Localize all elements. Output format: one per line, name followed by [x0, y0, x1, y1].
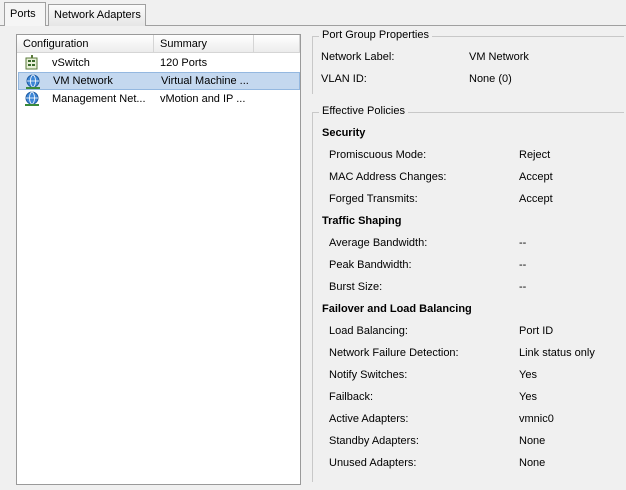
network-label-label: Network Label: — [321, 51, 395, 63]
vswitch-icon — [25, 55, 38, 70]
group-title: Port Group Properties — [319, 29, 432, 41]
forged-transmits-value: Accept — [519, 193, 553, 205]
standby-adapters-label: Standby Adapters: — [329, 435, 419, 447]
notify-switches-value: Yes — [519, 369, 537, 381]
list-item-management-network[interactable]: Management Net... vMotion and IP ... — [18, 90, 300, 108]
vm-network-icon — [26, 74, 40, 89]
active-adapters-value: vmnic0 — [519, 413, 554, 425]
list-item-vswitch[interactable]: vSwitch 120 Ports — [18, 54, 300, 72]
promiscuous-mode-value: Reject — [519, 149, 551, 161]
column-header-configuration[interactable]: Configuration — [17, 35, 154, 53]
promiscuous-mode-label: Promiscuous Mode: — [329, 149, 427, 161]
vlan-id-value: None (0) — [469, 73, 512, 85]
list-item-label: Management Net... — [52, 93, 146, 105]
burst-size-label: Burst Size: — [329, 281, 383, 293]
notify-switches-label: Notify Switches: — [329, 369, 408, 381]
network-failure-detection-label: Network Failure Detection: — [329, 347, 459, 359]
column-header-summary[interactable]: Summary — [154, 35, 254, 53]
section-failover-load-balancing: Failover and Load Balancing — [322, 303, 472, 315]
effective-policies: Effective Policies Security Promiscuous … — [312, 105, 624, 482]
average-bandwidth-label: Average Bandwidth: — [329, 237, 428, 249]
standby-adapters-value: None — [519, 435, 546, 447]
load-balancing-label: Load Balancing: — [329, 325, 408, 337]
port-list[interactable]: Configuration Summary vSwitch 120 Ports … — [16, 34, 301, 485]
unused-adapters-label: Unused Adapters: — [329, 457, 417, 469]
average-bandwidth-value: -- — [519, 237, 527, 249]
peak-bandwidth-label: Peak Bandwidth: — [329, 259, 412, 271]
tab-network-adapters[interactable]: Network Adapters — [48, 4, 146, 26]
column-header-spacer — [254, 35, 300, 53]
tab-bar: Ports Network Adapters — [0, 0, 626, 27]
port-group-properties: Port Group Properties Network Label: VM … — [312, 29, 624, 94]
mac-address-changes-value: Accept — [519, 171, 553, 183]
list-item-label: VM Network — [53, 75, 113, 87]
vlan-id-label: VLAN ID: — [321, 73, 367, 85]
failback-label: Failback: — [329, 391, 374, 403]
list-item-summary: 120 Ports — [160, 57, 208, 69]
section-traffic-shaping: Traffic Shaping — [322, 215, 402, 227]
tab-ports[interactable]: Ports — [4, 2, 46, 26]
peak-bandwidth-value: -- — [519, 259, 527, 271]
list-item-summary: Virtual Machine ... — [161, 75, 249, 87]
failback-value: Yes — [519, 391, 537, 403]
network-failure-detection-value: Link status only — [519, 347, 595, 359]
network-label-value: VM Network — [469, 51, 529, 63]
unused-adapters-value: None — [519, 457, 546, 469]
forged-transmits-label: Forged Transmits: — [329, 193, 418, 205]
burst-size-value: -- — [519, 281, 527, 293]
management-network-icon — [25, 91, 39, 106]
load-balancing-value: Port ID — [519, 325, 554, 337]
list-item-label: vSwitch — [52, 57, 90, 69]
mac-address-changes-label: MAC Address Changes: — [329, 171, 447, 183]
group-title: Effective Policies — [319, 105, 408, 117]
section-security: Security — [322, 127, 366, 139]
list-item-summary: vMotion and IP ... — [160, 93, 246, 105]
list-item-vm-network[interactable]: VM Network Virtual Machine ... — [18, 72, 300, 90]
active-adapters-label: Active Adapters: — [329, 413, 409, 425]
list-header: Configuration Summary — [17, 35, 300, 53]
